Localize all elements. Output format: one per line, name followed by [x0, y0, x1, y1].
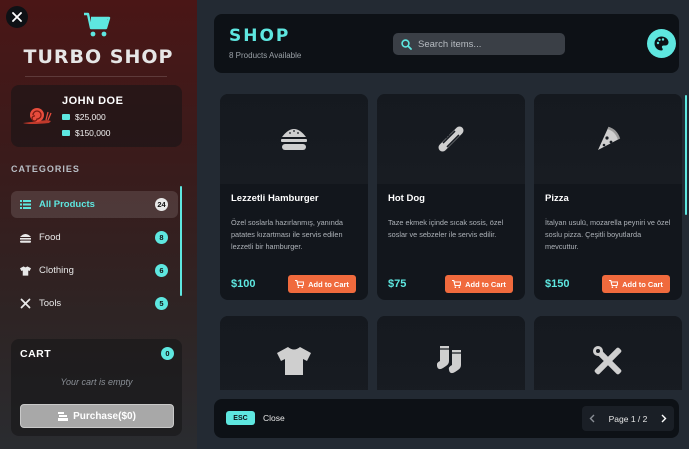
- category-count: 24: [155, 198, 168, 211]
- category-label: Food: [39, 232, 61, 243]
- cart-panel: CART 0 Your cart is empty Purchase($0): [11, 339, 182, 436]
- product-image: [377, 94, 525, 184]
- add-to-cart-button[interactable]: Add to Cart: [288, 275, 356, 293]
- add-to-cart-label: Add to Cart: [622, 280, 663, 289]
- wallet-icon: [62, 114, 70, 120]
- main-panel: SHOP 8 Products Available Lezzetli Hambu…: [197, 0, 689, 449]
- palette-icon: [654, 36, 669, 51]
- list-icon: [20, 199, 31, 210]
- snail-avatar-icon: [21, 105, 53, 127]
- product-name: Pizza: [545, 193, 569, 204]
- product-card: [534, 316, 682, 390]
- cart-title: CART: [20, 348, 51, 360]
- add-to-cart-label: Add to Cart: [308, 280, 349, 289]
- theme-button[interactable]: [647, 29, 676, 58]
- pizza-icon: [595, 126, 621, 152]
- search-icon: [401, 39, 412, 50]
- cart-plus-icon: [295, 280, 304, 288]
- add-to-cart-button[interactable]: Add to Cart: [445, 275, 513, 293]
- shirt-icon: [277, 347, 311, 375]
- footer-bar: ESC Close Page 1 / 2: [214, 399, 679, 438]
- product-card: Lezzetli Hamburger Özel soslarla hazırla…: [220, 94, 368, 300]
- categories-heading: CATEGORIES: [11, 164, 80, 174]
- prev-page-button[interactable]: [582, 406, 602, 431]
- product-price: $150: [545, 278, 569, 290]
- tools-icon: [20, 298, 31, 309]
- purchase-button[interactable]: Purchase($0): [20, 404, 174, 428]
- product-price: $100: [231, 278, 255, 290]
- category-label: Tools: [39, 298, 61, 309]
- cart-count-badge: 0: [161, 347, 174, 360]
- product-image: [534, 316, 682, 390]
- add-to-cart-label: Add to Cart: [465, 280, 506, 289]
- category-tools[interactable]: Tools 5: [11, 290, 178, 317]
- product-grid: Lezzetli Hamburger Özel soslarla hazırla…: [220, 94, 682, 390]
- search-box[interactable]: [393, 33, 565, 55]
- cart-plus-icon: [609, 280, 618, 288]
- burger-icon: [281, 127, 307, 151]
- bank-value: $150,000: [75, 128, 110, 138]
- product-description: Taze ekmek içinde sıcak sosis, özel sosl…: [388, 217, 516, 241]
- category-clothing[interactable]: Clothing 6: [11, 257, 178, 284]
- tools-icon: [593, 346, 623, 376]
- bank-row: $150,000: [62, 128, 110, 138]
- cart-plus-icon: [452, 280, 461, 288]
- money-icon: [58, 412, 68, 421]
- product-card: [377, 316, 525, 390]
- product-card: Pizza İtalyan usulü, mozarella peyniri v…: [534, 94, 682, 300]
- cash-value: $25,000: [75, 112, 106, 122]
- chevron-left-icon: [589, 414, 595, 423]
- burger-icon: [20, 232, 31, 243]
- product-image: [377, 316, 525, 390]
- product-name: Hot Dog: [388, 193, 425, 204]
- user-name: JOHN DOE: [62, 95, 123, 107]
- purchase-label: Purchase($0): [73, 411, 136, 422]
- product-card: Hot Dog Taze ekmek içinde sıcak sosis, ö…: [377, 94, 525, 300]
- grid-scrollbar[interactable]: [685, 95, 687, 215]
- category-all-products[interactable]: All Products 24: [11, 191, 178, 218]
- product-image: [534, 94, 682, 184]
- product-image: [220, 316, 368, 390]
- credit-card-icon: [62, 130, 70, 136]
- header-bar: SHOP 8 Products Available: [214, 14, 679, 73]
- close-icon[interactable]: [6, 6, 28, 28]
- next-page-button[interactable]: [654, 406, 674, 431]
- category-food[interactable]: Food 8: [11, 224, 178, 251]
- sidebar: TURBO SHOP JOHN DOE $25,000 $150,000 CAT…: [0, 0, 197, 449]
- shirt-icon: [20, 265, 31, 276]
- page-title: SHOP: [229, 26, 290, 46]
- esc-key-button[interactable]: ESC: [226, 411, 255, 425]
- shopping-cart-icon: [83, 12, 111, 38]
- user-card: JOHN DOE $25,000 $150,000: [11, 85, 182, 147]
- cart-empty-text: Your cart is empty: [11, 377, 182, 387]
- category-scrollbar[interactable]: [180, 186, 182, 296]
- page-indicator: Page 1 / 2: [604, 414, 652, 424]
- socks-icon: [437, 346, 465, 376]
- product-card: [220, 316, 368, 390]
- category-count: 8: [155, 231, 168, 244]
- close-label: Close: [263, 413, 285, 423]
- cash-row: $25,000: [62, 112, 106, 122]
- category-count: 6: [155, 264, 168, 277]
- product-description: Özel soslarla hazırlanmış, yanında patat…: [231, 217, 359, 253]
- products-count-text: 8 Products Available: [229, 51, 301, 60]
- pagination: Page 1 / 2: [582, 406, 674, 431]
- divider: [25, 76, 167, 77]
- product-name: Lezzetli Hamburger: [231, 193, 319, 204]
- category-label: Clothing: [39, 265, 74, 276]
- category-count: 5: [155, 297, 168, 310]
- category-label: All Products: [39, 199, 95, 210]
- category-list: All Products 24 Food 8 Clothing 6 Tools …: [11, 191, 178, 323]
- chevron-right-icon: [661, 414, 667, 423]
- product-price: $75: [388, 278, 406, 290]
- product-image: [220, 94, 368, 184]
- product-description: İtalyan usulü, mozarella peyniri ve özel…: [545, 217, 673, 253]
- add-to-cart-button[interactable]: Add to Cart: [602, 275, 670, 293]
- hotdog-icon: [437, 125, 465, 153]
- search-input[interactable]: [418, 39, 558, 50]
- shop-title: TURBO SHOP: [0, 46, 197, 68]
